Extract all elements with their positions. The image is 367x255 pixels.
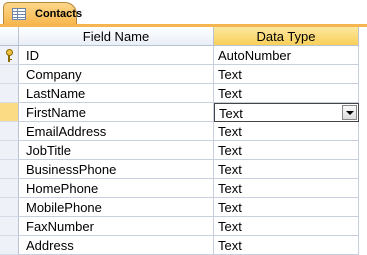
table-row[interactable]: Company Text — [0, 65, 367, 84]
data-type-value: Text — [219, 106, 243, 121]
field-name-cell[interactable]: FirstName — [19, 103, 214, 122]
row-selector[interactable] — [0, 103, 19, 122]
field-name-cell[interactable]: EmailAddress — [19, 122, 214, 141]
table-row[interactable]: FirstName Text — [0, 103, 367, 122]
dropdown-arrow-icon[interactable] — [342, 105, 357, 120]
table-row[interactable]: LastName Text — [0, 84, 367, 103]
data-type-select[interactable]: Text — [214, 103, 359, 122]
field-name-cell[interactable]: MobilePhone — [19, 198, 214, 217]
row-selector[interactable] — [0, 198, 19, 217]
field-name-cell[interactable]: ID — [19, 46, 214, 65]
contacts-tab[interactable]: Contacts — [3, 2, 82, 26]
row-selector[interactable] — [0, 46, 19, 65]
tab-label: Contacts — [35, 8, 83, 20]
row-selector[interactable] — [0, 122, 19, 141]
table-row[interactable]: ID AutoNumber — [0, 46, 367, 65]
table-row[interactable]: EmailAddress Text — [0, 122, 367, 141]
field-name-cell[interactable]: BusinessPhone — [19, 160, 214, 179]
data-type-cell[interactable]: Text — [214, 65, 359, 84]
table-row[interactable]: MobilePhone Text — [0, 198, 367, 217]
field-name-cell[interactable]: Company — [19, 65, 214, 84]
field-name-header[interactable]: Field Name — [19, 27, 214, 46]
data-type-cell[interactable]: Text — [214, 198, 359, 217]
table-row[interactable]: FaxNumber Text — [0, 217, 367, 236]
data-type-cell[interactable]: Text — [214, 141, 359, 160]
field-name-cell[interactable]: FaxNumber — [19, 217, 214, 236]
data-type-cell[interactable]: Text — [214, 179, 359, 198]
table-icon — [12, 8, 26, 20]
field-name-cell[interactable]: JobTitle — [19, 141, 214, 160]
row-selector[interactable] — [0, 65, 19, 84]
row-selector[interactable] — [0, 141, 19, 160]
data-type-cell[interactable]: Text — [214, 160, 359, 179]
row-selector[interactable] — [0, 160, 19, 179]
primary-key-icon — [5, 49, 13, 62]
data-type-cell[interactable]: Text — [214, 122, 359, 141]
data-type-cell[interactable]: Text — [214, 217, 359, 236]
row-selector[interactable] — [0, 179, 19, 198]
row-selector-header — [0, 27, 19, 46]
row-selector[interactable] — [0, 84, 19, 103]
data-type-cell[interactable]: AutoNumber — [214, 46, 359, 65]
field-name-cell[interactable]: HomePhone — [19, 179, 214, 198]
data-type-header[interactable]: Data Type — [214, 27, 359, 46]
row-selector[interactable] — [0, 217, 19, 236]
table-row[interactable]: BusinessPhone Text — [0, 160, 367, 179]
table-row[interactable]: HomePhone Text — [0, 179, 367, 198]
data-type-cell[interactable]: Text — [214, 84, 359, 103]
field-name-cell[interactable]: LastName — [19, 84, 214, 103]
object-tab-bar: Contacts — [0, 0, 367, 27]
table-row[interactable]: JobTitle Text — [0, 141, 367, 160]
